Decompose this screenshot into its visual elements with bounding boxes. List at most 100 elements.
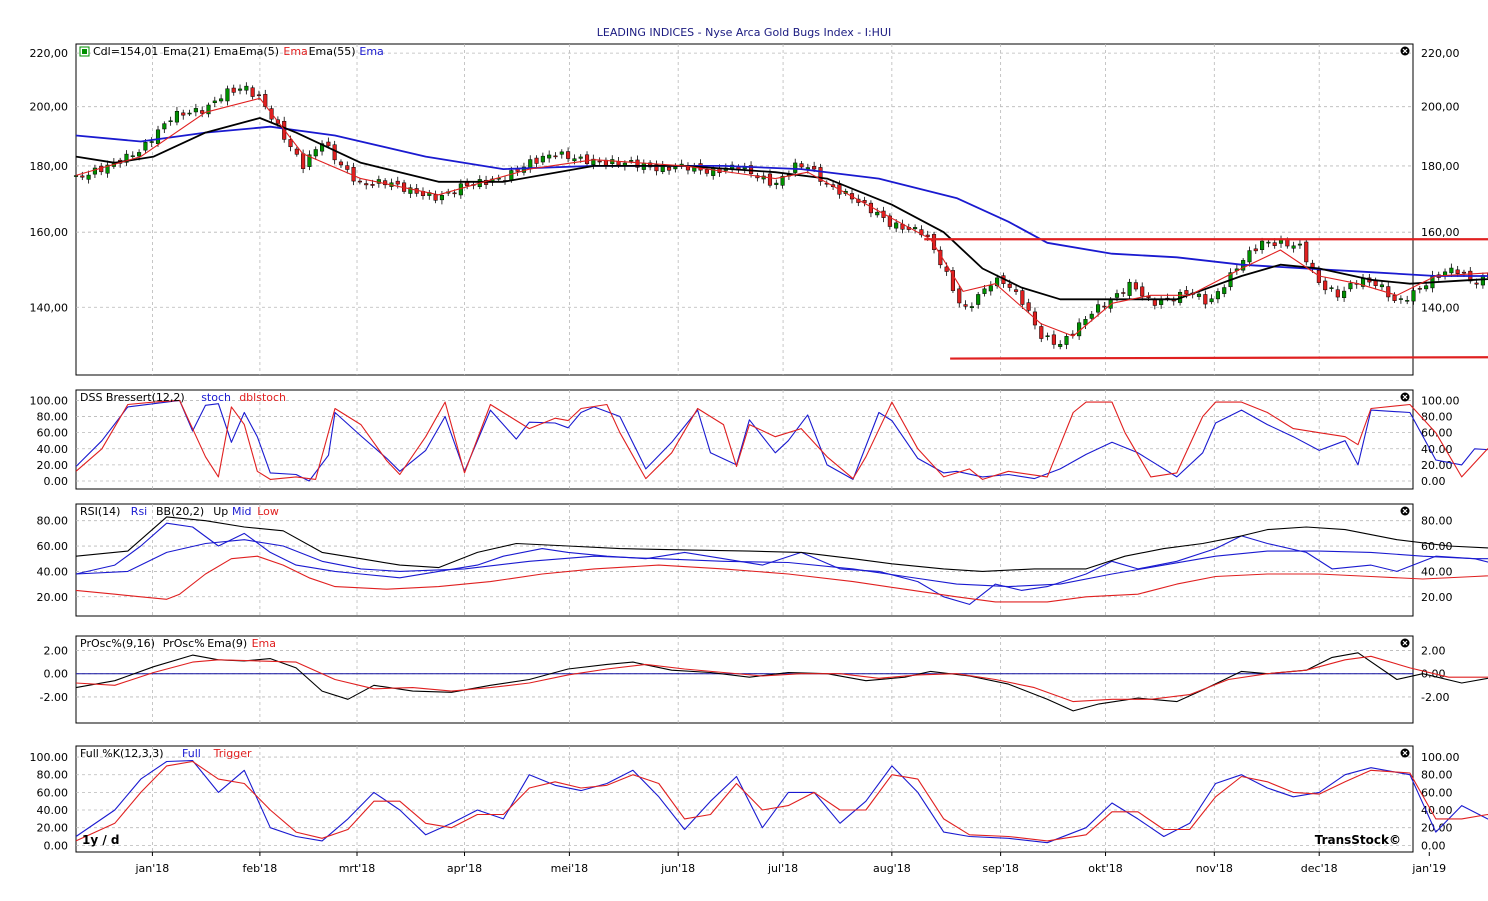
legend-entry: Ema <box>359 45 383 58</box>
candle-down <box>1140 287 1144 296</box>
chart-svg: LEADING INDICES - Nyse Arca Gold Bugs In… <box>0 0 1488 897</box>
y-tick-label-right: 200,00 <box>1421 101 1460 114</box>
y-tick-label-left: -2.00 <box>40 691 68 704</box>
candle-up <box>806 168 810 170</box>
candle-up <box>1292 246 1296 248</box>
candle-down <box>81 176 85 177</box>
y-tick-label-right: 60.00 <box>1421 786 1453 799</box>
panel-frame <box>76 636 1413 723</box>
candle-down <box>1393 295 1397 300</box>
panel-frame <box>76 44 1413 375</box>
candle-up <box>1210 299 1214 302</box>
candle-down <box>295 149 299 154</box>
legend-entry: Ema(5) <box>239 45 279 58</box>
candle-up <box>875 212 879 215</box>
candle-down <box>1204 294 1208 304</box>
candle-up <box>440 195 444 200</box>
candle-down <box>251 88 255 97</box>
candle-up <box>510 170 514 180</box>
x-tick-label: mrt'18 <box>339 862 376 875</box>
candle-up <box>579 157 583 158</box>
candle-up <box>238 89 242 90</box>
candle-up <box>989 286 993 291</box>
candle-up <box>93 168 97 174</box>
candle-down <box>1304 242 1308 262</box>
candle-up <box>1159 300 1163 305</box>
candle-up <box>150 142 154 143</box>
candle-down <box>333 145 337 160</box>
candle-up <box>1115 293 1119 297</box>
candle-down <box>1153 300 1157 306</box>
candle-up <box>1096 305 1100 313</box>
candle-up <box>1197 294 1201 297</box>
candle-down <box>396 181 400 184</box>
candle-up <box>226 89 230 101</box>
y-tick-label-right: 60.00 <box>1421 427 1453 440</box>
y-tick-label-left: 20.00 <box>37 822 69 835</box>
candle-down <box>585 155 589 164</box>
candle-down <box>1254 249 1258 251</box>
y-tick-label-left: 2.00 <box>44 644 69 657</box>
x-tick-label: jan'18 <box>135 862 170 875</box>
legend-entry: Low <box>257 505 279 518</box>
candle-up <box>213 101 217 103</box>
candle-down <box>257 95 261 96</box>
indicator-panel-1: 220,00220,00200,00200,00180,00180,00160,… <box>30 44 1488 375</box>
x-tick-label: sep'18 <box>982 862 1019 875</box>
y-tick-label-left: 60.00 <box>37 786 69 799</box>
candle-up <box>1412 291 1416 302</box>
legend-entry: Ema(9) <box>207 637 247 650</box>
legend-entry: Full <box>182 747 201 760</box>
candle-down <box>598 161 602 162</box>
y-tick-label-left: 160,00 <box>30 226 69 239</box>
chart-area: LEADING INDICES - Nyse Arca Gold Bugs In… <box>0 0 1488 897</box>
x-tick-label: jan'19 <box>1411 862 1446 875</box>
candle-down <box>535 158 539 163</box>
x-tick-label: aug'18 <box>873 862 911 875</box>
indicator-panel-2: 100.00100.0080.0080.0060.0060.0040.0040.… <box>30 390 1488 489</box>
y-tick-label-right: 20.00 <box>1421 822 1453 835</box>
candle-up <box>1380 285 1384 287</box>
candle-down <box>1103 306 1107 307</box>
candle-down <box>1134 283 1138 289</box>
y-tick-label-left: 0.00 <box>44 475 69 488</box>
y-tick-label-left: 100.00 <box>30 394 69 407</box>
candle-up <box>894 223 898 228</box>
y-tick-label-right: 100.00 <box>1421 394 1460 407</box>
y-tick-label-left: 60.00 <box>37 540 69 553</box>
candle-down <box>232 88 236 92</box>
y-tick-label-left: 200,00 <box>30 101 69 114</box>
candle-down <box>1021 291 1025 305</box>
y-tick-label-right: 2.00 <box>1421 644 1446 657</box>
legend-entry: Ema <box>214 45 238 58</box>
y-tick-label-left: 40.00 <box>37 443 69 456</box>
candle-down <box>453 193 457 194</box>
candle-up <box>156 130 160 144</box>
candle-up <box>1248 251 1252 262</box>
candle-down <box>200 110 204 113</box>
x-tick-label: jul'18 <box>767 862 798 875</box>
legend-entry: PrOsc% <box>163 637 205 650</box>
candle-down <box>181 113 185 115</box>
legend-entry: Cdl=154,01 <box>93 45 158 58</box>
legend-entry: dblstoch <box>239 391 286 404</box>
y-tick-label-left: 80.00 <box>37 411 69 424</box>
candle-down <box>327 142 331 146</box>
candle-down <box>1286 240 1290 246</box>
y-tick-label-left: 80.00 <box>37 769 69 782</box>
candle-down <box>812 166 816 169</box>
legend-entry: BB(20,2) <box>156 505 204 518</box>
brand-label: TransStock© <box>1315 833 1401 847</box>
legend-entry: Full %K(12,3,3) <box>80 747 164 760</box>
candle-up <box>1065 336 1069 344</box>
candle-up <box>976 294 980 304</box>
legend-entry: Trigger <box>213 747 252 760</box>
y-tick-label-left: 180,00 <box>30 160 69 173</box>
candle-up <box>629 160 633 161</box>
candle-down <box>1052 335 1056 345</box>
candle-down <box>800 164 804 167</box>
y-tick-label-right: 180,00 <box>1421 160 1460 173</box>
candle-down <box>705 170 709 174</box>
candle-down <box>1008 284 1012 287</box>
legend-entry: Ema <box>252 637 276 650</box>
